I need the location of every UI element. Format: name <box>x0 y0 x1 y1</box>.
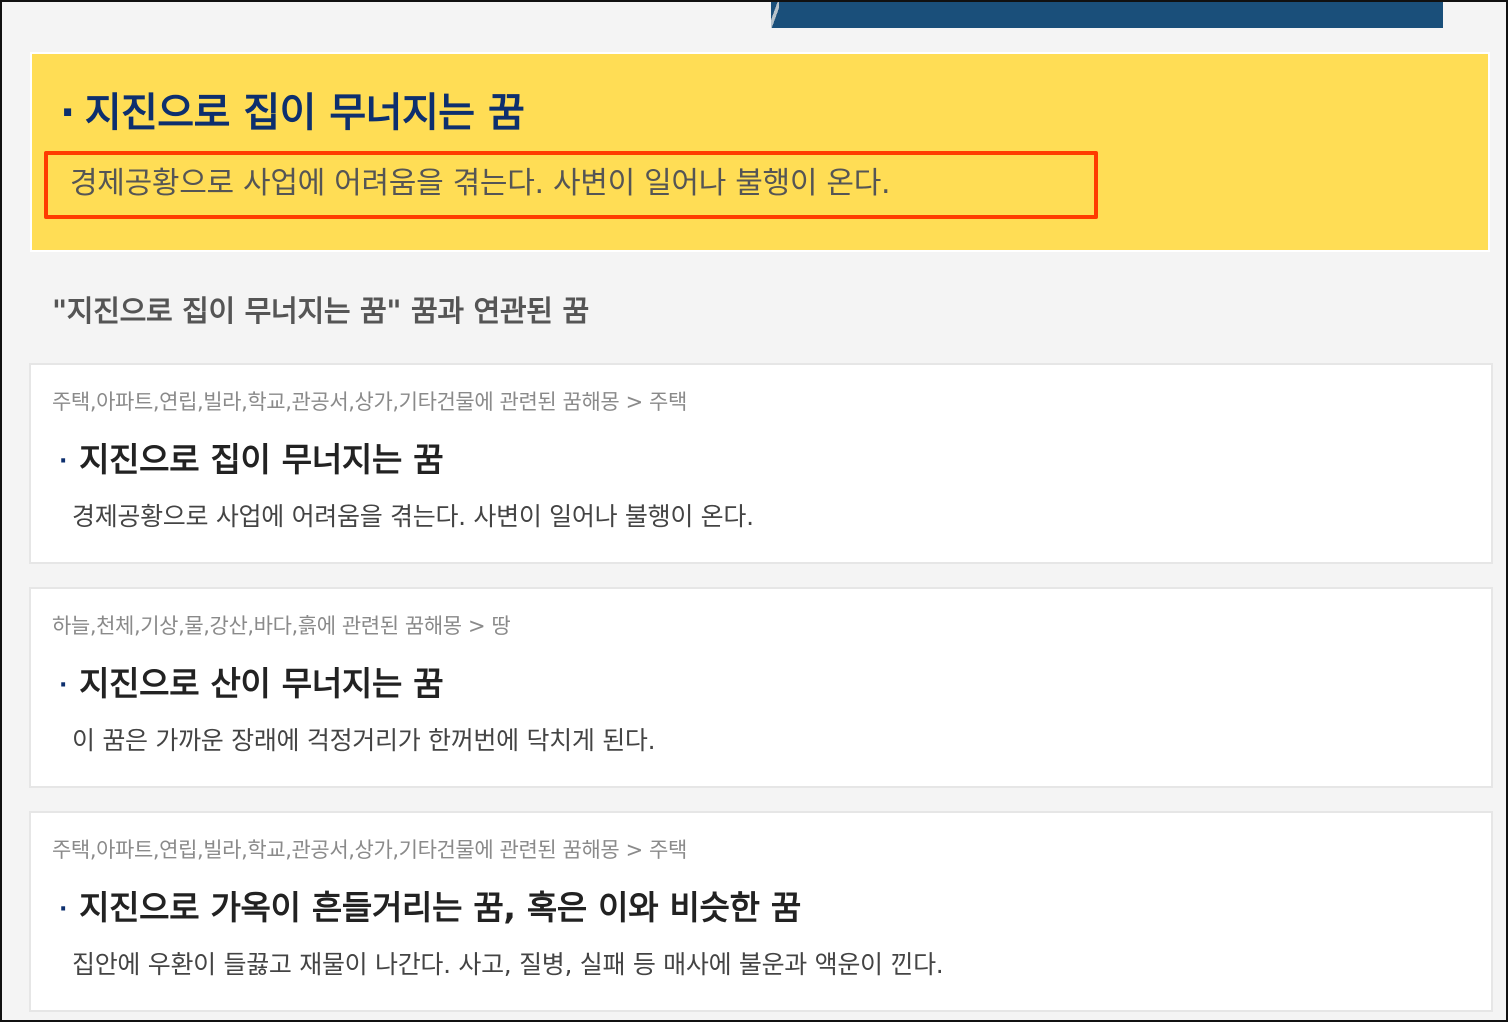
card-title-link[interactable]: · 지진으로 산이 무너지는 꿈 <box>59 657 444 705</box>
card-title-text[interactable]: 지진으로 가옥이 흔들거리는 꿈, 혹은 이와 비슷한 꿈 <box>79 888 801 927</box>
card-description: 경제공황으로 사업에 어려움을 겪는다. 사변이 일어나 불행이 온다. <box>72 502 754 531</box>
bullet-icon: · <box>59 449 68 474</box>
related-dreams-heading: "지진으로 집이 무너지는 꿈" 꿈과 연관된 꿈 <box>52 294 589 328</box>
card-category-link[interactable]: 하늘,천체,기상,물,강산,바다,흙에 관련된 꿈해몽 > 땅 <box>52 610 511 640</box>
related-dream-card[interactable]: 주택,아파트,연립,빌라,학교,관공서,상가,기타건물에 관련된 꿈해몽 > 주… <box>29 363 1493 564</box>
card-description: 이 꿈은 가까운 장래에 걱정거리가 한꺼번에 닥치게 된다. <box>72 726 656 755</box>
bullet-icon: · <box>59 673 68 698</box>
card-title-text[interactable]: 지진으로 집이 무너지는 꿈 <box>79 440 444 479</box>
highlight-title: · 지진으로 집이 무너지는 꿈 <box>60 80 525 138</box>
card-description: 집안에 우환이 들끓고 재물이 나간다. 사고, 질병, 실패 등 매사에 불운… <box>72 950 944 979</box>
related-dream-card[interactable]: 하늘,천체,기상,물,강산,바다,흙에 관련된 꿈해몽 > 땅 · 지진으로 산이… <box>29 587 1493 788</box>
related-dream-card[interactable]: 주택,아파트,연립,빌라,학교,관공서,상가,기타건물에 관련된 꿈해몽 > 주… <box>29 811 1493 1012</box>
card-category-link[interactable]: 주택,아파트,연립,빌라,학교,관공서,상가,기타건물에 관련된 꿈해몽 > 주… <box>52 386 687 416</box>
card-title-link[interactable]: · 지진으로 가옥이 흔들거리는 꿈, 혹은 이와 비슷한 꿈 <box>59 881 801 929</box>
highlight-title-text: 지진으로 집이 무너지는 꿈 <box>84 90 525 136</box>
card-title-link[interactable]: · 지진으로 집이 무너지는 꿈 <box>59 433 444 481</box>
top-banner-image[interactable] <box>771 0 1443 28</box>
card-category-link[interactable]: 주택,아파트,연립,빌라,학교,관공서,상가,기타건물에 관련된 꿈해몽 > 주… <box>52 834 687 864</box>
bullet-icon: · <box>59 897 68 922</box>
annotation-outline <box>44 151 1098 219</box>
card-title-text[interactable]: 지진으로 산이 무너지는 꿈 <box>79 664 444 703</box>
banner-image-icon <box>771 0 779 28</box>
bullet-icon: · <box>60 90 75 136</box>
